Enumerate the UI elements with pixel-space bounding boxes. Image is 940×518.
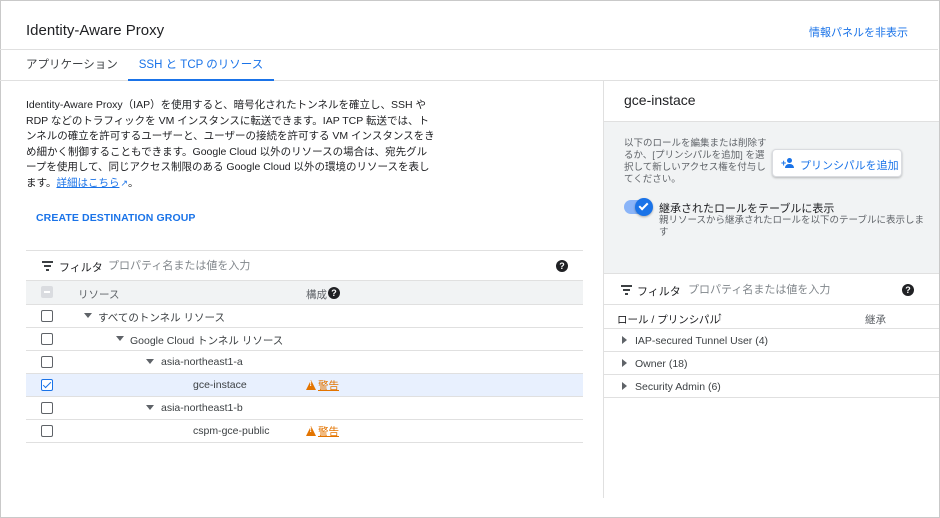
row-checkbox[interactable] [41,310,53,322]
tab-applications[interactable]: アプリケーション [26,51,118,81]
resource-label: Google Cloud トンネル リソース [130,335,284,347]
table-row[interactable]: gce-instace 警告 [26,374,583,397]
role-row[interactable]: IAP-secured Tunnel User (4) [604,329,939,352]
row-checkbox[interactable] [41,356,53,368]
collapse-caret-icon[interactable] [116,336,124,341]
row-checkbox[interactable] [41,402,53,414]
resource-filter-bar: フィルタ ? [26,250,583,281]
show-inherited-roles-toggle[interactable] [624,198,653,216]
filter-label: フィルタ [637,286,681,298]
tab-ssh-tcp-resources[interactable]: SSH と TCP のリソース [128,51,274,81]
role-filter-bar: フィルタ ? [604,273,939,305]
warning-link[interactable]: 警告 [306,378,339,393]
info-panel-title: gce-instace [624,92,696,108]
role-label: Owner (18) [635,358,688,370]
add-person-icon: + [781,158,796,169]
resource-table: リソース 構成 ? すべてのトンネル リソース Google Cloud トンネ… [26,281,583,443]
page-title: Identity-Aware Proxy [26,22,165,39]
column-header-config: 構成 [306,289,327,301]
warning-icon [306,426,316,436]
warning-link[interactable]: 警告 [306,424,339,439]
description-text: Identity-Aware Proxy（IAP）を使用すると、暗号化されたトン… [26,99,435,189]
resource-label: asia-northeast1-a [161,356,243,368]
filter-icon [621,285,632,295]
resource-label: cspm-gce-public [193,425,270,437]
hide-info-panel-link[interactable]: 情報パネルを非表示 [809,24,908,40]
resource-filter-input[interactable] [108,257,528,275]
collapse-caret-icon[interactable] [146,359,154,364]
role-filter-input[interactable] [688,281,888,299]
description: Identity-Aware Proxy（IAP）を使用すると、暗号化されたトン… [26,98,436,192]
row-checkbox[interactable] [41,425,53,437]
warning-icon [306,380,316,390]
learn-more-link[interactable]: 詳細はこちら [56,177,119,189]
filter-label: フィルタ [59,262,103,274]
permissions-section: 以下のロールを編集または削除するか、[プリンシパルを追加] を選択して新しいアク… [604,121,939,273]
collapse-caret-icon[interactable] [84,313,92,318]
table-row[interactable]: すべてのトンネル リソース [26,305,583,328]
inherited-toggle-title: 継承されたロールをテーブルに表示 [659,203,835,215]
collapse-caret-icon[interactable] [146,405,154,410]
resource-label: すべてのトンネル リソース [98,312,226,324]
table-row[interactable]: asia-northeast1-a [26,351,583,374]
column-header-inherited: 継承 [865,314,886,326]
permissions-note: 以下のロールを編集または削除するか、[プリンシパルを追加] を選択して新しいアク… [624,138,767,185]
role-label: Security Admin (6) [635,381,721,393]
select-all-checkbox [41,286,53,298]
row-checkbox[interactable] [41,379,53,391]
inherited-toggle-description: 親リソースから継承されたロールを以下のテーブルに表示します [659,215,924,238]
column-header-resource: リソース [78,289,120,301]
page-header: Identity-Aware Proxy 情報パネルを非表示 [0,0,938,50]
info-panel: gce-instace 以下のロールを編集または削除するか、[プリンシパルを追加… [603,81,939,498]
table-row[interactable]: cspm-gce-public 警告 [26,420,583,443]
role-row[interactable]: Security Admin (6) [604,375,939,398]
table-row[interactable]: Google Cloud トンネル リソース [26,328,583,351]
filter-icon [42,261,53,271]
sort-ascending-icon[interactable]: ↑ [717,309,723,323]
table-row[interactable]: asia-northeast1-b [26,397,583,420]
external-link-icon: ↗ [120,177,128,188]
create-destination-group-button[interactable]: CREATE DESTINATION GROUP [36,212,196,224]
add-principal-button[interactable]: + プリンシパルを追加 [772,149,902,177]
resource-label: asia-northeast1-b [161,402,243,414]
expand-triangle-icon[interactable] [622,382,627,390]
expand-triangle-icon[interactable] [622,336,627,344]
description-suffix: 。 [128,176,139,189]
row-checkbox[interactable] [41,333,53,345]
help-icon[interactable]: ? [902,284,914,296]
config-help-icon[interactable]: ? [328,287,340,299]
table-header-row: リソース 構成 ? [26,281,583,305]
expand-triangle-icon[interactable] [622,359,627,367]
help-icon[interactable]: ? [556,260,568,272]
column-header-role[interactable]: ロール / プリンシパル [617,312,720,327]
resource-label: gce-instace [193,379,247,391]
role-label: IAP-secured Tunnel User (4) [635,335,769,347]
tab-bar: アプリケーション SSH と TCP のリソース [0,51,938,81]
role-row[interactable]: Owner (18) [604,352,939,375]
role-table-header: ロール / プリンシパル ↑ 継承 [604,305,939,329]
